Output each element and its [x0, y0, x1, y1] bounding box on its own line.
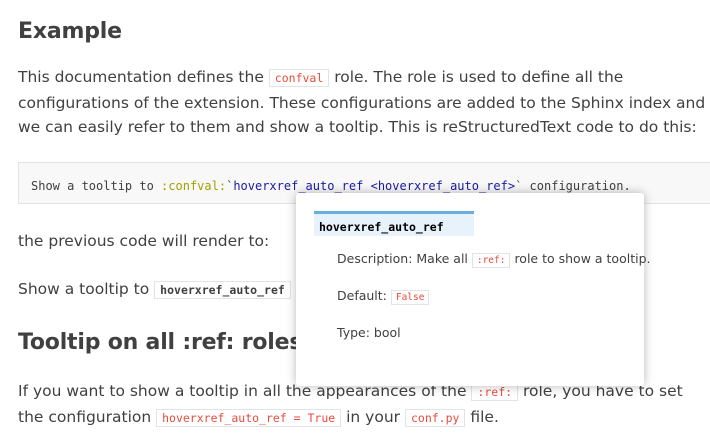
section2-text-mid2: in your — [341, 407, 405, 426]
example-intro-paragraph: This documentation defines the confval r… — [18, 65, 708, 140]
code-plain-start: Show a tooltip to — [31, 179, 162, 193]
code-target-link: <hoverxref_auto_ref> — [370, 179, 516, 193]
tooltip-description-label: Description: Make all — [337, 251, 472, 266]
code-plain-end: configuration. — [522, 179, 631, 193]
section2-paragraph: If you want to show a tooltip in all the… — [18, 379, 708, 430]
tooltip-default-value: False — [390, 290, 430, 305]
tooltip-ref-code: :ref: — [471, 253, 511, 268]
rendered-before: Show a tooltip to — [18, 280, 155, 298]
tooltip-roles-heading: Tooltip on all :ref: roles — [18, 330, 303, 355]
conf-py-code: conf.py — [404, 408, 466, 427]
code-role: :confval: — [161, 179, 227, 193]
confval-code: confval — [268, 69, 330, 87]
tooltip-description: Description: Make all :ref: role to show… — [337, 251, 651, 268]
hoverxref-auto-ref-link[interactable]: hoverxref_auto_ref — [154, 281, 291, 299]
tooltip-default: Default: False — [337, 288, 430, 305]
code-line: Show a tooltip to :confval:`hoverxref_au… — [31, 178, 631, 194]
tooltip-title: hoverxref_auto_ref — [314, 211, 474, 236]
section2-text-after: file. — [465, 407, 499, 426]
example-heading: Example — [18, 19, 122, 44]
tooltip-default-label: Default: — [337, 288, 391, 303]
tooltip-description-after: role to show a tooltip. — [510, 251, 651, 266]
config-setting-code: hoverxref_auto_ref = True — [156, 408, 342, 427]
intro-text-before: This documentation defines the — [18, 68, 269, 86]
tooltip-type: Type: bool — [337, 325, 401, 340]
code-target-text: hoverxref_auto_ref — [233, 179, 371, 193]
hover-tooltip: hoverxref_auto_ref Description: Make all… — [296, 193, 650, 386]
